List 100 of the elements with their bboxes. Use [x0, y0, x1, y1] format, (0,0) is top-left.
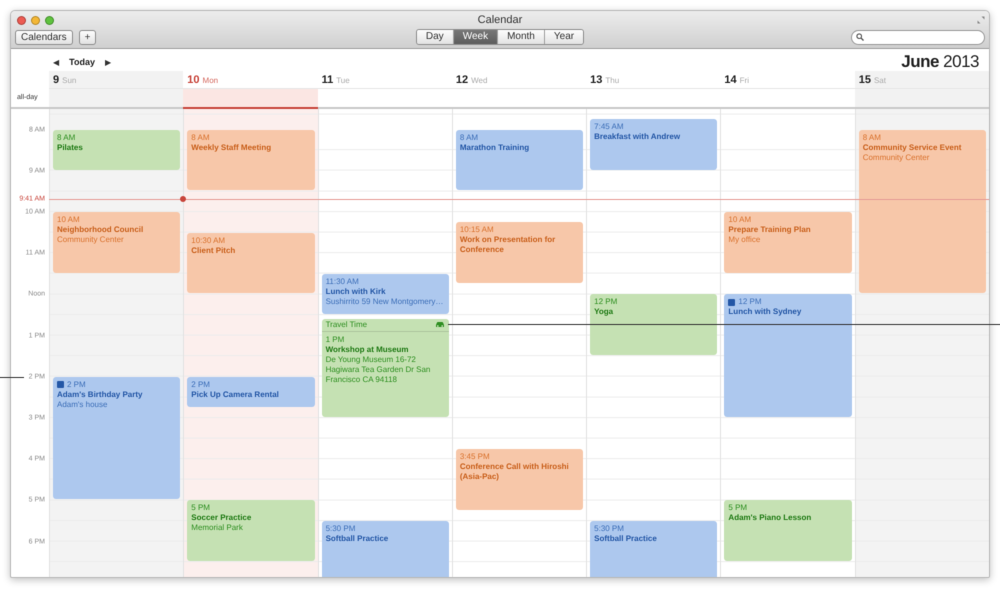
month-title: June 2013 [900, 51, 980, 71]
calendar-event[interactable]: 10 AM Neighborhood Council Community Center [53, 212, 180, 273]
event-time: 11:30 AM [326, 276, 359, 287]
view-tab[interactable]: Week [452, 30, 498, 44]
calendar-event[interactable]: 5:30 PM Softball Practice [322, 521, 449, 577]
zoom-button[interactable] [45, 16, 54, 24]
calendar-event[interactable]: 11:30 AM Lunch with Kirk Sushirrito 59 New Montgomery… [322, 274, 449, 314]
event-time: 5 PM [191, 503, 210, 514]
square-icon [728, 298, 736, 306]
event-title: Weekly Staff Meeting [191, 142, 272, 153]
event-location: Sushirrito 59 New Montgomery… [326, 296, 444, 307]
calendar-event[interactable]: 12 PM Yoga [590, 294, 718, 356]
event-title: Lunch with Sydney [728, 307, 802, 318]
window-title: Calendar [476, 14, 524, 26]
event-title: Pilates [57, 142, 84, 153]
event-title: Adam's Birthday Party [57, 390, 144, 400]
calendar-event[interactable]: 8 AM Pilates [53, 130, 180, 170]
event-title: Softball Practice [594, 534, 658, 544]
today-button[interactable]: Today [69, 57, 95, 67]
weekday-name: Sun [62, 76, 76, 85]
close-button[interactable] [17, 16, 26, 24]
square-icon [57, 381, 64, 388]
day-number: 12 [456, 74, 468, 86]
calendar-event[interactable]: 10 AM Prepare Training Plan My office [724, 212, 852, 273]
calendar-event[interactable]: 2 PM Pick Up Camera Rental [187, 376, 315, 407]
leader-line [0, 377, 24, 378]
calendar-event[interactable]: 2 PM Adam's Birthday Party Adam's house [53, 376, 180, 500]
weekday-name: Sat [874, 76, 886, 85]
event-time: 1 PM [326, 334, 344, 345]
event-location: Adam's house [57, 400, 108, 410]
event-title: Prepare Training Plan [728, 225, 812, 235]
calendar-event[interactable]: 3:45 PM Conference Call with Hiroshi (Asia-Pac) [456, 448, 584, 510]
event-time: 8 AM [460, 132, 478, 143]
weekday-name: Mon [202, 76, 218, 85]
event-title: Softball Practice [326, 534, 390, 544]
event-title: Client Pitch [191, 246, 236, 256]
view-tab[interactable]: Year [544, 30, 584, 44]
event-time: 10 AM [57, 215, 80, 225]
view-tab[interactable]: Day [416, 30, 453, 44]
calendar-event[interactable]: 5:30 PM Softball Practice [590, 521, 718, 577]
weekday-name: Thu [605, 76, 620, 85]
event-time: 3:45 PM [460, 452, 490, 462]
minimize-button[interactable] [31, 16, 40, 24]
calendar-event[interactable]: 8 AM Weekly Staff Meeting [187, 130, 315, 190]
search-icon [856, 33, 864, 41]
search-field[interactable] [851, 30, 985, 44]
event-location: De Young Museum 16-72 Hagiwara Tea Garden Dr San Francisco CA 94118 [326, 354, 432, 385]
event-time: 5:30 PM [594, 524, 624, 534]
event-title: Lunch with Kirk [326, 286, 387, 297]
calendar-event[interactable]: 12 PM Lunch with Sydney [724, 294, 852, 417]
event-title: Neighborhood Council [57, 225, 144, 235]
event-time: 2 PM [191, 380, 210, 390]
event-time: 10 AM [728, 215, 752, 225]
event-time: 5 PM [728, 503, 748, 514]
event-title: Breakfast with Andrew [594, 132, 682, 142]
event-time: 10:30 AM [191, 236, 226, 246]
fullscreen-icon[interactable] [977, 16, 985, 24]
weekday-name: Wed [471, 76, 488, 85]
calendar-event[interactable]: Travel Time 1 PM Workshop at Museum De Young Museum 16-72 Hagiwara Tea Garden Dr San Francisco CA 94118 [322, 318, 449, 417]
event-title: Workshop at Museum [326, 344, 410, 355]
event-time: 8 AM [57, 132, 76, 143]
event-location: Memorial Park [191, 523, 244, 534]
next-week-button[interactable]: ▶ [105, 58, 112, 66]
travel-time-label: Travel Time [326, 320, 368, 330]
event-location: Community Center [57, 235, 125, 245]
event-location: Community Center [862, 152, 930, 163]
calendar-event[interactable]: 8 AM Marathon Training [456, 130, 584, 190]
event-time: 8 AM [191, 132, 210, 143]
event-title: Pick Up Camera Rental [191, 390, 280, 400]
calendars-button[interactable]: Calendars [15, 30, 73, 44]
day-number: 9 [53, 74, 60, 86]
event-title: Conference Call with Hiroshi (Asia-Pac) [460, 462, 570, 482]
weekday-name: Tue [336, 76, 350, 85]
calendar-event[interactable]: 10:15 AM Work on Presentation for Conference [456, 222, 584, 284]
calendar-event[interactable]: 5 PM Adam's Piano Lesson [724, 500, 852, 562]
calendar-event[interactable]: 7:45 AM Breakfast with Andrew [590, 119, 718, 170]
event-time: 10:15 AM [460, 225, 494, 236]
event-location: My office [728, 235, 762, 245]
event-title: Yoga [594, 307, 614, 318]
event-time: 12 PM [594, 297, 618, 308]
view-tab[interactable]: Month [497, 30, 544, 44]
event-title: Work on Presentation for Conference [460, 235, 556, 256]
event-title: Marathon Training [460, 142, 530, 153]
day-number: 15 [858, 74, 871, 86]
car-icon [434, 321, 445, 328]
add-button[interactable]: + [78, 30, 96, 44]
event-title: Adam's Piano Lesson [728, 513, 812, 524]
event-title: Soccer Practice [191, 513, 252, 524]
event-time: 8 AM [862, 132, 881, 143]
calendar-event[interactable]: 8 AM Community Service Event Community Center [858, 130, 986, 294]
event-time: 7:45 AM [594, 122, 624, 132]
previous-week-button[interactable]: ◀ [53, 58, 60, 66]
calendar-event[interactable]: 10:30 AM Client Pitch [187, 232, 315, 294]
event-time: 12 PM [738, 297, 762, 308]
calendar-event[interactable]: 5 PM Soccer Practice Memorial Park [187, 500, 315, 562]
day-number: 13 [590, 74, 602, 86]
event-time: 2 PM [67, 380, 86, 390]
day-number: 10 [187, 74, 200, 86]
event-time: 5:30 PM [326, 524, 356, 534]
day-number: 11 [322, 74, 334, 86]
